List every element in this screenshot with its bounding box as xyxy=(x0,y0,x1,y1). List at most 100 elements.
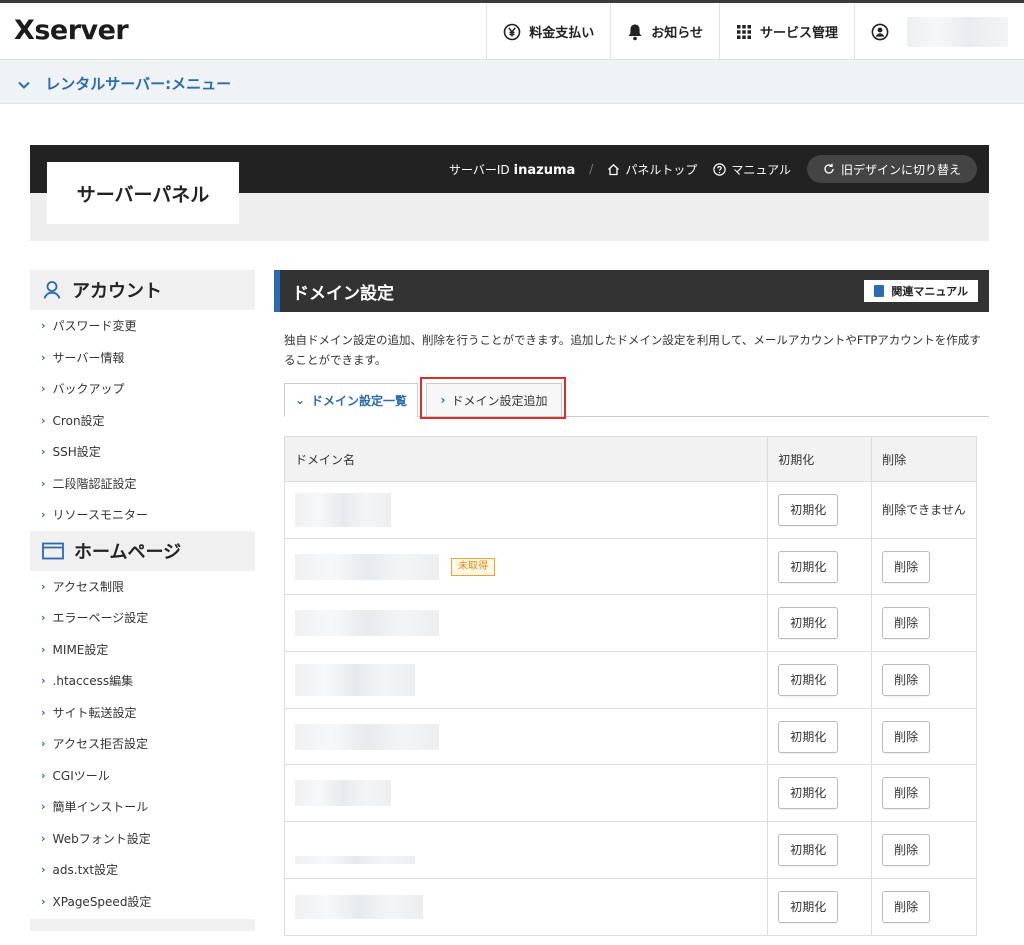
chevron-right-icon: › xyxy=(41,737,46,751)
sidebar-item-error-page[interactable]: › エラーページ設定 xyxy=(30,602,255,634)
sidebar-item-password[interactable]: › パスワード変更 xyxy=(30,310,255,342)
panel-title: サーバーパネル xyxy=(47,162,239,224)
delete-button[interactable]: 削除 xyxy=(882,720,931,753)
sidebar-section-account: アカウント xyxy=(30,270,255,310)
sidebar-item-webfont[interactable]: › Webフォント設定 xyxy=(30,823,255,855)
chevron-right-icon: › xyxy=(41,674,46,688)
old-design-button[interactable]: 旧デザインに切り替え xyxy=(806,155,977,183)
highlight-box xyxy=(420,377,566,419)
delete-button[interactable]: 削除 xyxy=(882,777,931,810)
cannot-delete-text: 削除できません xyxy=(882,503,966,518)
sidebar-item-resource-monitor[interactable]: › リソースモニター xyxy=(30,499,255,531)
init-button[interactable]: 初期化 xyxy=(778,493,839,526)
chevron-right-icon: › xyxy=(41,831,46,845)
nav-payment[interactable]: 料金支払い xyxy=(486,3,610,60)
delete-button[interactable]: 削除 xyxy=(882,550,931,583)
homepage-menu-list: › アクセス制限 › エラーページ設定 › MIME設定 › .htaccess編集 ›… xyxy=(30,571,255,918)
tab-domain-list[interactable]: ⌄ ドメイン設定一覧 xyxy=(284,383,418,417)
sidebar-item-site-redirect[interactable]: › サイト転送設定 xyxy=(30,697,255,729)
chevron-right-icon: › xyxy=(41,350,46,364)
server-id: サーバーID inazuma xyxy=(448,162,576,178)
sidebar-item-server-info[interactable]: › サーバー情報 xyxy=(30,342,255,374)
sidebar-item-cron[interactable]: › Cron設定 xyxy=(30,405,255,437)
sidebar-item-mime[interactable]: › MIME設定 xyxy=(30,634,255,666)
panel-nav: サーバーID inazuma / パネルトップ マニュアル 旧デザインに切り替え xyxy=(449,154,977,184)
chevron-down-icon xyxy=(18,75,30,93)
chevron-right-icon: › xyxy=(41,445,46,459)
init-button[interactable]: 初期化 xyxy=(778,663,839,696)
init-button[interactable]: 初期化 xyxy=(778,607,839,640)
user-menu[interactable] xyxy=(854,3,1024,60)
sidebar-section-homepage: ホームページ xyxy=(30,530,255,571)
window-icon xyxy=(42,542,64,560)
delete-button[interactable]: 削除 xyxy=(882,607,931,640)
domain-blurred xyxy=(295,610,439,637)
chevron-right-icon: › xyxy=(41,319,46,333)
sidebar-item-backup[interactable]: › バックアップ xyxy=(30,373,255,405)
col-domain-name: ドメイン名 xyxy=(283,436,769,482)
domain-table: ドメイン名 初期化 削除 初期化 削除できません 未取得 初期化 削除 初期化 … xyxy=(283,436,977,936)
table-row: 初期化 削除 xyxy=(283,707,977,766)
table-row: 未取得 初期化 削除 xyxy=(283,537,977,596)
delete-button[interactable]: 削除 xyxy=(882,833,931,866)
domain-blurred xyxy=(295,894,423,919)
init-button[interactable]: 初期化 xyxy=(778,833,839,866)
sidebar-item-ssh[interactable]: › SSH設定 xyxy=(30,436,255,468)
related-manual-button[interactable]: 関連マニュアル xyxy=(864,280,978,302)
home-icon xyxy=(608,163,620,175)
init-button[interactable]: 初期化 xyxy=(778,777,839,810)
domain-blurred xyxy=(295,723,439,750)
top-header: Xserver 料金支払い お知らせ サービス管理 xyxy=(0,0,1024,60)
unacquired-badge: 未取得 xyxy=(451,557,495,576)
domain-tabs: ⌄ ドメイン設定一覧 › ドメイン設定追加 xyxy=(284,383,989,417)
chevron-right-icon: › xyxy=(41,476,46,490)
sidebar-item-access-limit[interactable]: › アクセス制限 xyxy=(30,571,255,603)
sidebar-item-htaccess[interactable]: › .htaccess編集 xyxy=(30,665,255,697)
table-row: 初期化 削除できません xyxy=(283,481,977,539)
init-button[interactable]: 初期化 xyxy=(778,720,839,753)
delete-button[interactable]: 削除 xyxy=(882,663,931,696)
top-nav: 料金支払い お知らせ サービス管理 xyxy=(486,3,1024,60)
chevron-right-icon: › xyxy=(41,768,46,782)
chevron-right-icon: › xyxy=(41,579,46,593)
xserver-logo[interactable]: Xserver xyxy=(14,15,129,46)
domain-blurred xyxy=(295,492,391,527)
yen-icon xyxy=(503,23,521,41)
page-title: ドメイン設定 関連マニュアル xyxy=(274,270,989,312)
delete-button[interactable]: 削除 xyxy=(882,890,931,923)
bell-icon xyxy=(627,23,643,41)
sidebar-item-ads-txt[interactable]: › ads.txt設定 xyxy=(30,854,255,886)
chevron-right-icon: › xyxy=(41,863,46,877)
nav-news[interactable]: お知らせ xyxy=(610,3,719,60)
manual-link[interactable]: マニュアル xyxy=(713,161,791,178)
chevron-down-icon: ⌄ xyxy=(294,393,306,407)
nav-service[interactable]: サービス管理 xyxy=(718,3,854,60)
refresh-icon xyxy=(824,163,834,174)
grid-icon xyxy=(736,24,752,40)
chevron-right-icon: › xyxy=(41,413,46,427)
col-init: 初期化 xyxy=(767,436,873,482)
person-icon xyxy=(42,280,62,300)
page-description: 独自ドメイン設定の追加、削除を行うことができます。追加したドメイン設定を利用して… xyxy=(284,333,981,367)
sidebar-item-cgi[interactable]: › CGIツール xyxy=(30,760,255,792)
main-content: ドメイン設定 関連マニュアル 独自ドメイン設定の追加、削除を行うことができます。… xyxy=(274,270,989,370)
rental-server-menu-bar[interactable]: レンタルサーバー:メニュー xyxy=(0,60,1024,104)
domain-blurred xyxy=(295,553,439,580)
chevron-right-icon: › xyxy=(41,705,46,719)
chevron-right-icon: › xyxy=(41,611,46,625)
book-icon xyxy=(874,285,885,297)
init-button[interactable]: 初期化 xyxy=(778,890,839,923)
nav-service-label: サービス管理 xyxy=(759,26,838,41)
user-icon xyxy=(871,23,889,41)
sidebar-item-easy-install[interactable]: › 簡単インストール xyxy=(30,791,255,823)
sidebar-item-access-deny[interactable]: › アクセス拒否設定 xyxy=(30,728,255,760)
chevron-right-icon: › xyxy=(41,894,46,908)
sidebar-item-2fa[interactable]: › 二段階認証設定 xyxy=(30,468,255,500)
init-button[interactable]: 初期化 xyxy=(778,550,839,583)
panel-top-link[interactable]: パネルトップ xyxy=(607,161,697,178)
chevron-right-icon: › xyxy=(41,508,46,522)
table-header-row: ドメイン名 初期化 削除 xyxy=(283,436,977,482)
sidebar-item-xpagespeed[interactable]: › XPageSpeed設定 xyxy=(30,886,255,918)
nav-news-label: お知らせ xyxy=(651,26,703,41)
table-row: 初期化 削除 xyxy=(283,877,977,936)
